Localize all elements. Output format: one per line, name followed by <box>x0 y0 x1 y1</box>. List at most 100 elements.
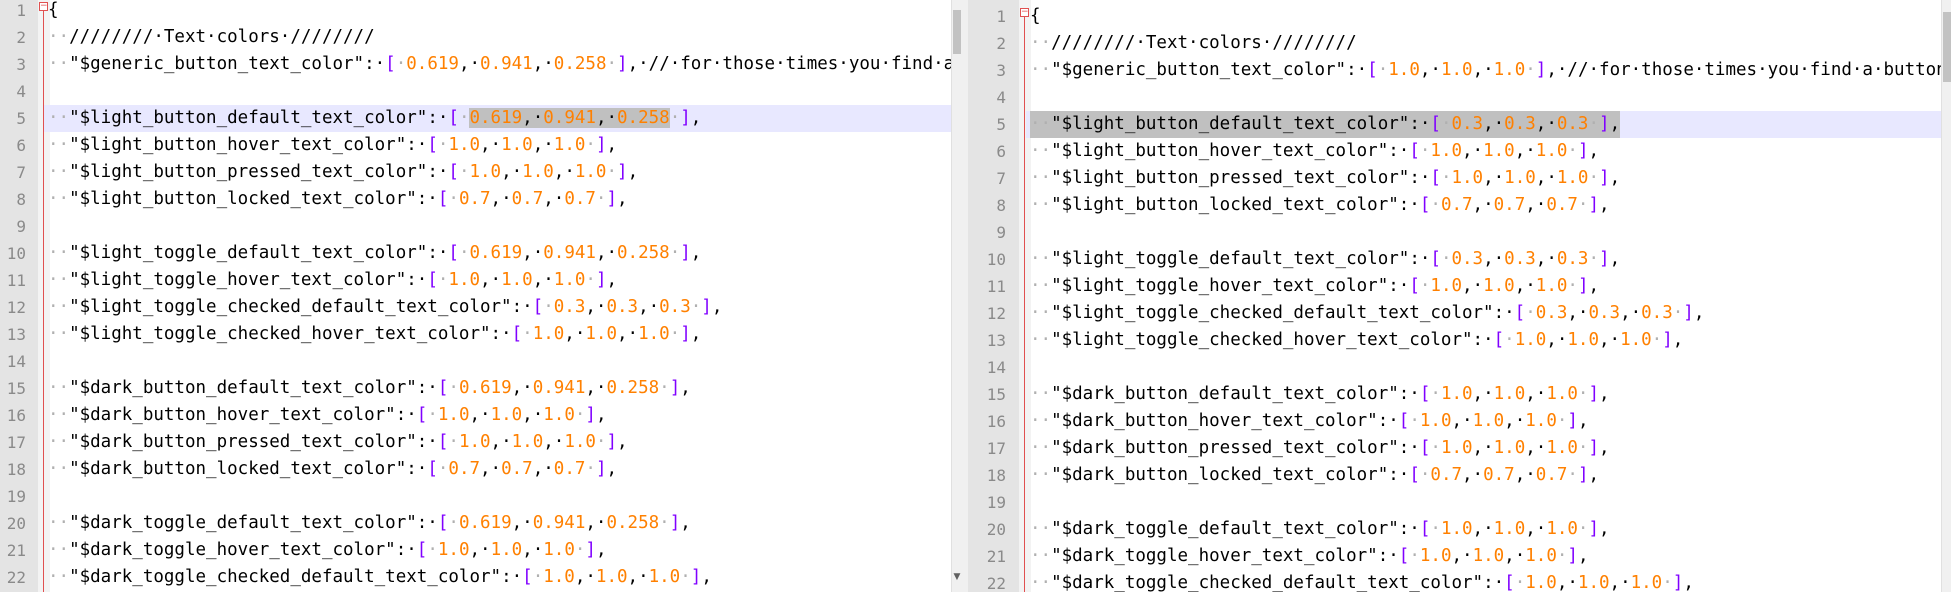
code-line[interactable]: 18 ··"$dark_button_locked_text_color":·[·… <box>0 456 951 483</box>
code-line[interactable]: 13 ··"$light_toggle_checked_hover_text_co… <box>0 321 951 348</box>
pane-splitter[interactable] <box>961 0 968 592</box>
code-text[interactable]: ··"$light_button_locked_text_color":·[·0… <box>48 186 628 213</box>
code-text[interactable]: ··"$dark_button_locked_text_color":·[·0.… <box>1030 462 1599 489</box>
code-line[interactable]: 8 ··"$light_button_locked_text_color":·[·… <box>0 186 951 213</box>
code-line[interactable]: 22 ··"$dark_toggle_checked_default_text_c… <box>0 564 951 591</box>
code-text[interactable]: ··"$dark_toggle_hover_text_color":·[·1.0… <box>1030 543 1589 570</box>
code-line[interactable]: 20 ··"$dark_toggle_default_text_color":·[… <box>0 510 951 537</box>
code-line[interactable]: 21 ··"$dark_toggle_hover_text_color":·[·1… <box>968 543 1941 570</box>
code-text[interactable]: ··"$light_button_default_text_color":·[·… <box>1030 111 1621 138</box>
code-text[interactable]: ··"$dark_toggle_checked_default_text_col… <box>48 564 712 591</box>
code-text[interactable]: ··"$dark_toggle_checked_default_text_col… <box>1030 570 1694 592</box>
code-text[interactable]: ··"$light_button_hover_text_color":·[·1.… <box>48 132 617 159</box>
json-punctuation: , <box>1609 114 1621 134</box>
code-text[interactable]: ··"$dark_toggle_default_text_color":·[·0… <box>48 510 691 537</box>
json-punctuation: :· <box>511 297 533 317</box>
code-text[interactable]: { <box>48 0 59 24</box>
code-line[interactable]: 14 <box>968 354 1941 381</box>
code-line[interactable]: 12 ··"$light_toggle_checked_default_text_… <box>968 300 1941 327</box>
code-line[interactable]: 7 ··"$light_button_pressed_text_color":·[… <box>0 159 951 186</box>
code-line[interactable]: 15 ··"$dark_button_default_text_color":·[… <box>0 375 951 402</box>
vertical-scrollbar[interactable] <box>1941 0 1951 592</box>
code-text[interactable]: ··"$dark_button_pressed_text_color":·[·1… <box>1030 435 1610 462</box>
code-line[interactable]: 9 <box>968 219 1941 246</box>
code-text[interactable]: ··"$dark_toggle_default_text_color":·[·1… <box>1030 516 1610 543</box>
code-text[interactable]: ··"$light_toggle_checked_hover_text_colo… <box>48 321 701 348</box>
code-text[interactable]: ··"$generic_button_text_color":·[·1.0,·1… <box>1030 57 1951 84</box>
code-line[interactable]: 6 ··"$light_button_hover_text_color":·[·1… <box>968 138 1941 165</box>
scrollbar-thumb[interactable] <box>953 10 961 54</box>
json-punctuation: , <box>606 135 618 155</box>
code-text[interactable]: ··"$light_toggle_checked_hover_text_colo… <box>1030 327 1683 354</box>
code-line[interactable]: 13 ··"$light_toggle_checked_hover_text_co… <box>968 327 1941 354</box>
code-line[interactable]: 21 ··"$dark_toggle_hover_text_color":·[·1… <box>0 537 951 564</box>
code-text[interactable]: ··"$light_button_locked_text_color":·[·0… <box>1030 192 1610 219</box>
code-line[interactable]: 5 ··"$light_button_default_text_color":·[… <box>16 105 951 132</box>
code-line[interactable]: 3 ··"$generic_button_text_color":·[·0.619… <box>0 51 961 78</box>
whitespace-marker: ·· <box>48 405 70 425</box>
code-line[interactable]: 17 ··"$dark_button_pressed_text_color":·[… <box>968 435 1941 462</box>
code-text[interactable]: ··"$light_toggle_default_text_color":·[·… <box>1030 246 1620 273</box>
json-punctuation: ,· <box>1567 303 1589 323</box>
code-line[interactable]: 10 ··"$light_toggle_default_text_color":·… <box>0 240 951 267</box>
code-line[interactable]: 1{ <box>968 3 1941 30</box>
code-text[interactable]: ··"$generic_button_text_color":·[·0.619,… <box>48 51 961 78</box>
code-text[interactable]: ··"$light_toggle_checked_default_text_co… <box>1030 300 1704 327</box>
code-line[interactable]: 19 <box>0 483 951 510</box>
code-text[interactable]: ··"$dark_button_hover_text_color":·[·1.0… <box>48 402 607 429</box>
code-line[interactable]: 6 ··"$light_button_hover_text_color":·[·1… <box>0 132 951 159</box>
code-line[interactable]: 2 ··////////·Text·colors·//////// <box>968 30 1941 57</box>
code-line[interactable]: 17 ··"$dark_button_pressed_text_color":·[… <box>0 429 951 456</box>
code-line[interactable]: 9 <box>0 213 951 240</box>
code-text[interactable]: ··"$dark_button_default_text_color":·[·1… <box>1030 381 1610 408</box>
code-line[interactable]: 7 ··"$light_button_pressed_text_color":·[… <box>968 165 1941 192</box>
code-line[interactable]: 12 ··"$light_toggle_checked_default_text_… <box>0 294 951 321</box>
editor-pane-left[interactable]: − 1{2 ··////////·Text·colors·////////3 ··"… <box>0 0 961 592</box>
code-text[interactable]: ··"$light_button_pressed_text_color":·[·… <box>1030 165 1620 192</box>
editor-pane-right[interactable]: − 1{2 ··////////·Text·colors·////////3 ··"… <box>968 0 1951 592</box>
scrollbar-thumb[interactable] <box>1943 12 1951 82</box>
json-punctuation: , <box>606 270 618 290</box>
code-text[interactable]: ··"$light_button_default_text_color":·[·… <box>48 105 701 132</box>
code-line[interactable]: 3 ··"$generic_button_text_color":·[·1.0,·… <box>968 57 1951 84</box>
code-line[interactable]: 18 ··"$dark_button_locked_text_color":·[·… <box>968 462 1941 489</box>
code-line[interactable]: 1{ <box>0 0 951 24</box>
code-text[interactable]: ··"$dark_button_locked_text_color":·[·0.… <box>48 456 617 483</box>
code-line[interactable]: 4 <box>968 84 1941 111</box>
vertical-scrollbar[interactable]: ▼ <box>951 0 961 592</box>
code-line[interactable]: 10 ··"$light_toggle_default_text_color":·… <box>968 246 1941 273</box>
code-line[interactable]: 11 ··"$light_toggle_hover_text_color":·[·… <box>0 267 951 294</box>
code-text[interactable]: ··"$light_toggle_default_text_color":·[·… <box>48 240 701 267</box>
code-text[interactable]: ··"$light_toggle_hover_text_color":·[·1.… <box>1030 273 1599 300</box>
code-line[interactable]: 19 <box>968 489 1941 516</box>
code-line[interactable]: 4 <box>0 78 951 105</box>
json-number: 0.3 <box>659 297 691 317</box>
code-line[interactable]: 14 <box>0 348 951 375</box>
code-line[interactable]: 5 ··"$light_button_default_text_color":·[… <box>996 111 1941 138</box>
json-number: 0.3 <box>1451 114 1484 134</box>
code-text[interactable]: ··////////·Text·colors·//////// <box>48 24 375 51</box>
code-text[interactable]: { <box>1030 3 1041 30</box>
code-text[interactable]: ··"$light_toggle_checked_default_text_co… <box>48 294 722 321</box>
code-text[interactable]: ··"$dark_button_pressed_text_color":·[·1… <box>48 429 628 456</box>
code-line[interactable]: 15 ··"$dark_button_default_text_color":·[… <box>968 381 1941 408</box>
code-text[interactable]: ··////////·Text·colors·//////// <box>1030 30 1357 57</box>
scroll-down-arrow-icon[interactable]: ▼ <box>952 572 961 584</box>
line-number: 12 <box>986 304 1006 323</box>
line-number: 22 <box>986 574 1006 592</box>
code-text[interactable]: ··"$light_toggle_hover_text_color":·[·1.… <box>48 267 617 294</box>
code-line[interactable]: 16 ··"$dark_button_hover_text_color":·[·1… <box>968 408 1941 435</box>
code-line[interactable]: 16 ··"$dark_button_hover_text_color":·[·1… <box>0 402 951 429</box>
json-key: "$dark_button_pressed_text_color" <box>69 432 417 452</box>
json-punctuation: :· <box>1346 60 1368 80</box>
code-text[interactable]: ··"$dark_button_default_text_color":·[·0… <box>48 375 691 402</box>
code-line[interactable]: 22 ··"$dark_toggle_checked_default_text_c… <box>968 570 1941 592</box>
code-line[interactable]: 20 ··"$dark_toggle_default_text_color":·[… <box>968 516 1941 543</box>
code-line[interactable]: 2 ··////////·Text·colors·//////// <box>0 24 951 51</box>
code-line[interactable]: 11 ··"$light_toggle_hover_text_color":·[·… <box>968 273 1941 300</box>
code-text[interactable]: ··"$dark_button_hover_text_color":·[·1.0… <box>1030 408 1589 435</box>
code-line[interactable]: 8 ··"$light_button_locked_text_color":·[·… <box>968 192 1941 219</box>
code-text[interactable]: ··"$dark_toggle_hover_text_color":·[·1.0… <box>48 537 607 564</box>
code-text[interactable]: ··"$light_button_hover_text_color":·[·1.… <box>1030 138 1599 165</box>
code-text[interactable]: ··"$light_button_pressed_text_color":·[·… <box>48 159 638 186</box>
